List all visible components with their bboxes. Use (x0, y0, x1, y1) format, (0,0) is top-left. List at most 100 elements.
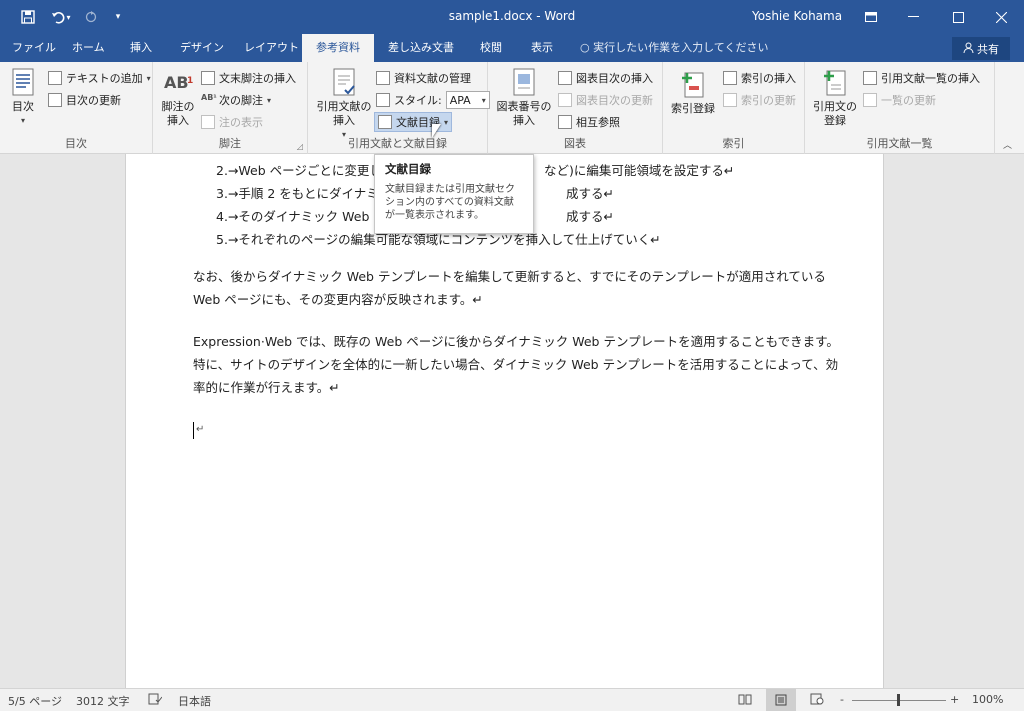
paragraph-line: Web ページにも、その変更内容が反映されます。↵ (193, 292, 483, 307)
list-item-continuation: 成する↵ (566, 209, 614, 224)
list-item: 4.→そのダイナミック Web テ (216, 209, 386, 224)
tab-insert[interactable]: 挿入 (120, 34, 162, 62)
undo-icon[interactable]: ▾ (48, 7, 74, 27)
update-toa-icon (863, 93, 877, 107)
group-label-footnotes: 脚注 (219, 137, 241, 150)
insert-toa-button[interactable]: 引用文献一覧の挿入 (863, 68, 980, 88)
ribbon-display-options-icon[interactable] (848, 0, 894, 34)
tab-file[interactable]: ファイル (2, 34, 66, 62)
list-item-continuation: など)に編集可能領域を設定する↵ (544, 163, 735, 178)
group-citations: 引用文献の 挿入 ▾ 資料文献の管理 スタイル: APA ▾ 文献目録 ▾ 引用文… (308, 62, 490, 154)
page-count[interactable]: 5/5 ページ (8, 693, 62, 709)
user-name[interactable]: Yoshie Kohama (752, 9, 842, 23)
group-label-captions: 図表 (564, 137, 586, 150)
zoom-in-button[interactable]: + (950, 693, 959, 706)
document-page[interactable]: 2.→Web ページごとに変更し 3.→手順 2 をもとにダイナミッ 4.→その… (125, 154, 884, 688)
insert-citation-label-2: 挿入 (333, 114, 355, 127)
tab-design[interactable]: デザイン (170, 34, 234, 62)
tab-review[interactable]: 校閲 (470, 34, 512, 62)
chevron-down-icon: ▾ (146, 73, 151, 83)
insert-index-button[interactable]: 索引の挿入 (723, 68, 796, 88)
style-label: スタイル: (394, 94, 442, 107)
minimize-icon[interactable] (890, 0, 936, 34)
insert-caption-label-2: 挿入 (513, 114, 535, 127)
document-area: 2.→Web ページごとに変更し 3.→手順 2 をもとにダイナミッ 4.→その… (0, 154, 1024, 688)
group-table-of-authorities: 引用文の 登録 引用文献一覧の挿入 一覧の更新 引用文献一覧 (805, 62, 995, 154)
insert-toa-label: 引用文献一覧の挿入 (881, 72, 980, 85)
show-notes-icon (201, 115, 215, 129)
dialog-launcher-icon[interactable]: ◿ (297, 142, 303, 151)
print-layout-icon[interactable] (766, 689, 796, 711)
share-button[interactable]: 共有 (952, 37, 1010, 60)
mark-entry-icon (678, 68, 708, 100)
zoom-level[interactable]: 100% (972, 693, 1003, 706)
zoom-slider-thumb[interactable] (897, 694, 900, 706)
cross-reference-button[interactable]: 相互参照 (558, 112, 620, 132)
style-dropdown[interactable]: APA ▾ (445, 91, 490, 109)
mark-citation-label-2: 登録 (824, 114, 846, 127)
tab-layout[interactable]: レイアウト (234, 34, 309, 62)
text-cursor (193, 422, 194, 439)
title-bar: ▾ ▾ sample1.docx - Word Yoshie Kohama (0, 0, 1024, 34)
web-layout-icon[interactable] (810, 693, 824, 708)
paragraph-line: Expression·Web では、既存の Web ページに後からダイナミック … (193, 334, 839, 349)
language[interactable]: 日本語 (178, 693, 211, 709)
insert-footnote-label-1: 脚注の (161, 100, 195, 113)
insert-endnote-button[interactable]: 文末脚注の挿入 (201, 68, 296, 88)
toc-button[interactable]: 目次 ▾ (6, 66, 40, 128)
insert-endnote-label: 文末脚注の挿入 (219, 72, 296, 85)
list-item: 2.→Web ページごとに変更し (216, 163, 382, 178)
zoom-out-button[interactable]: - (840, 693, 844, 706)
lightbulb-icon: ○ (580, 41, 590, 54)
update-toa-button: 一覧の更新 (863, 90, 936, 110)
tooltip-title: 文献目録 (385, 162, 431, 176)
paragraph: Expression·Web では、既存の Web ページに後からダイナミック … (193, 330, 839, 399)
add-text-button[interactable]: テキストの追加 ▾ (48, 68, 151, 88)
insert-footnote-button[interactable]: AB 1 脚注の 挿入 (158, 74, 198, 128)
insert-caption-label-1: 図表番号の (496, 100, 552, 113)
tab-mailings[interactable]: 差し込み文書 (378, 34, 464, 62)
proofing-icon[interactable] (148, 693, 163, 708)
next-footnote-button[interactable]: AB¹ 次の脚注 ▾ (201, 90, 271, 110)
update-toc-icon (48, 93, 62, 107)
maximize-icon[interactable] (935, 0, 981, 34)
insert-footnote-label-2: 挿入 (167, 114, 189, 127)
show-notes-label: 注の表示 (219, 116, 263, 129)
mark-citation-button[interactable]: 引用文の 登録 (807, 66, 863, 128)
insert-citation-button[interactable]: 引用文献の 挿入 ▾ (312, 66, 376, 142)
update-index-icon (723, 93, 737, 107)
mark-citation-label-1: 引用文の (813, 100, 857, 113)
bibliography-icon (378, 115, 392, 129)
read-mode-icon[interactable] (738, 693, 752, 708)
word-count[interactable]: 3012 文字 (76, 693, 130, 709)
tell-me-box[interactable]: ○ 実行したい作業を入力してください (580, 34, 768, 62)
list-item-continuation: 成する↵ (566, 186, 614, 201)
insert-caption-button[interactable]: 図表番号の 挿入 (492, 66, 556, 128)
chevron-down-icon: ▾ (267, 95, 272, 105)
add-text-icon (48, 71, 62, 85)
mark-entry-button[interactable]: 索引登録 (667, 68, 719, 116)
group-label-citations: 引用文献と文献目録 (348, 137, 447, 150)
manage-sources-button[interactable]: 資料文献の管理 (376, 68, 471, 88)
style-icon (376, 93, 390, 107)
collapse-ribbon-icon[interactable]: ︿ (1003, 138, 1012, 151)
tab-references[interactable]: 参考資料 (302, 34, 374, 62)
tab-home[interactable]: ホーム (62, 34, 115, 62)
save-icon[interactable] (14, 7, 42, 27)
style-value: APA (449, 93, 471, 107)
share-label: 共有 (977, 42, 999, 56)
insert-table-of-figures-button[interactable]: 図表目次の挿入 (558, 68, 653, 88)
ribbon: 目次 ▾ テキストの追加 ▾ 目次の更新 目次 AB 1 脚注の 挿入 文末脚注の… (0, 62, 1024, 154)
insert-index-icon (723, 71, 737, 85)
undo-dropdown-icon[interactable]: ▾ (66, 13, 70, 22)
close-icon[interactable] (978, 0, 1024, 34)
customize-qat-icon[interactable]: ▾ (110, 7, 126, 27)
manage-sources-icon (376, 71, 390, 85)
group-captions: 図表番号の 挿入 図表目次の挿入 図表目次の更新 相互参照 図表 (488, 62, 663, 154)
paragraph-line: 特に、サイトのデザインを全体的に一新したい場合、ダイナミック Web テンプレー… (193, 357, 839, 372)
cross-reference-icon (558, 115, 572, 129)
group-toc: 目次 ▾ テキストの追加 ▾ 目次の更新 目次 (0, 62, 153, 154)
update-toc-button[interactable]: 目次の更新 (48, 90, 121, 110)
tab-view[interactable]: 表示 (521, 34, 563, 62)
status-bar: 5/5 ページ 3012 文字 日本語 - + 100% (0, 688, 1024, 711)
